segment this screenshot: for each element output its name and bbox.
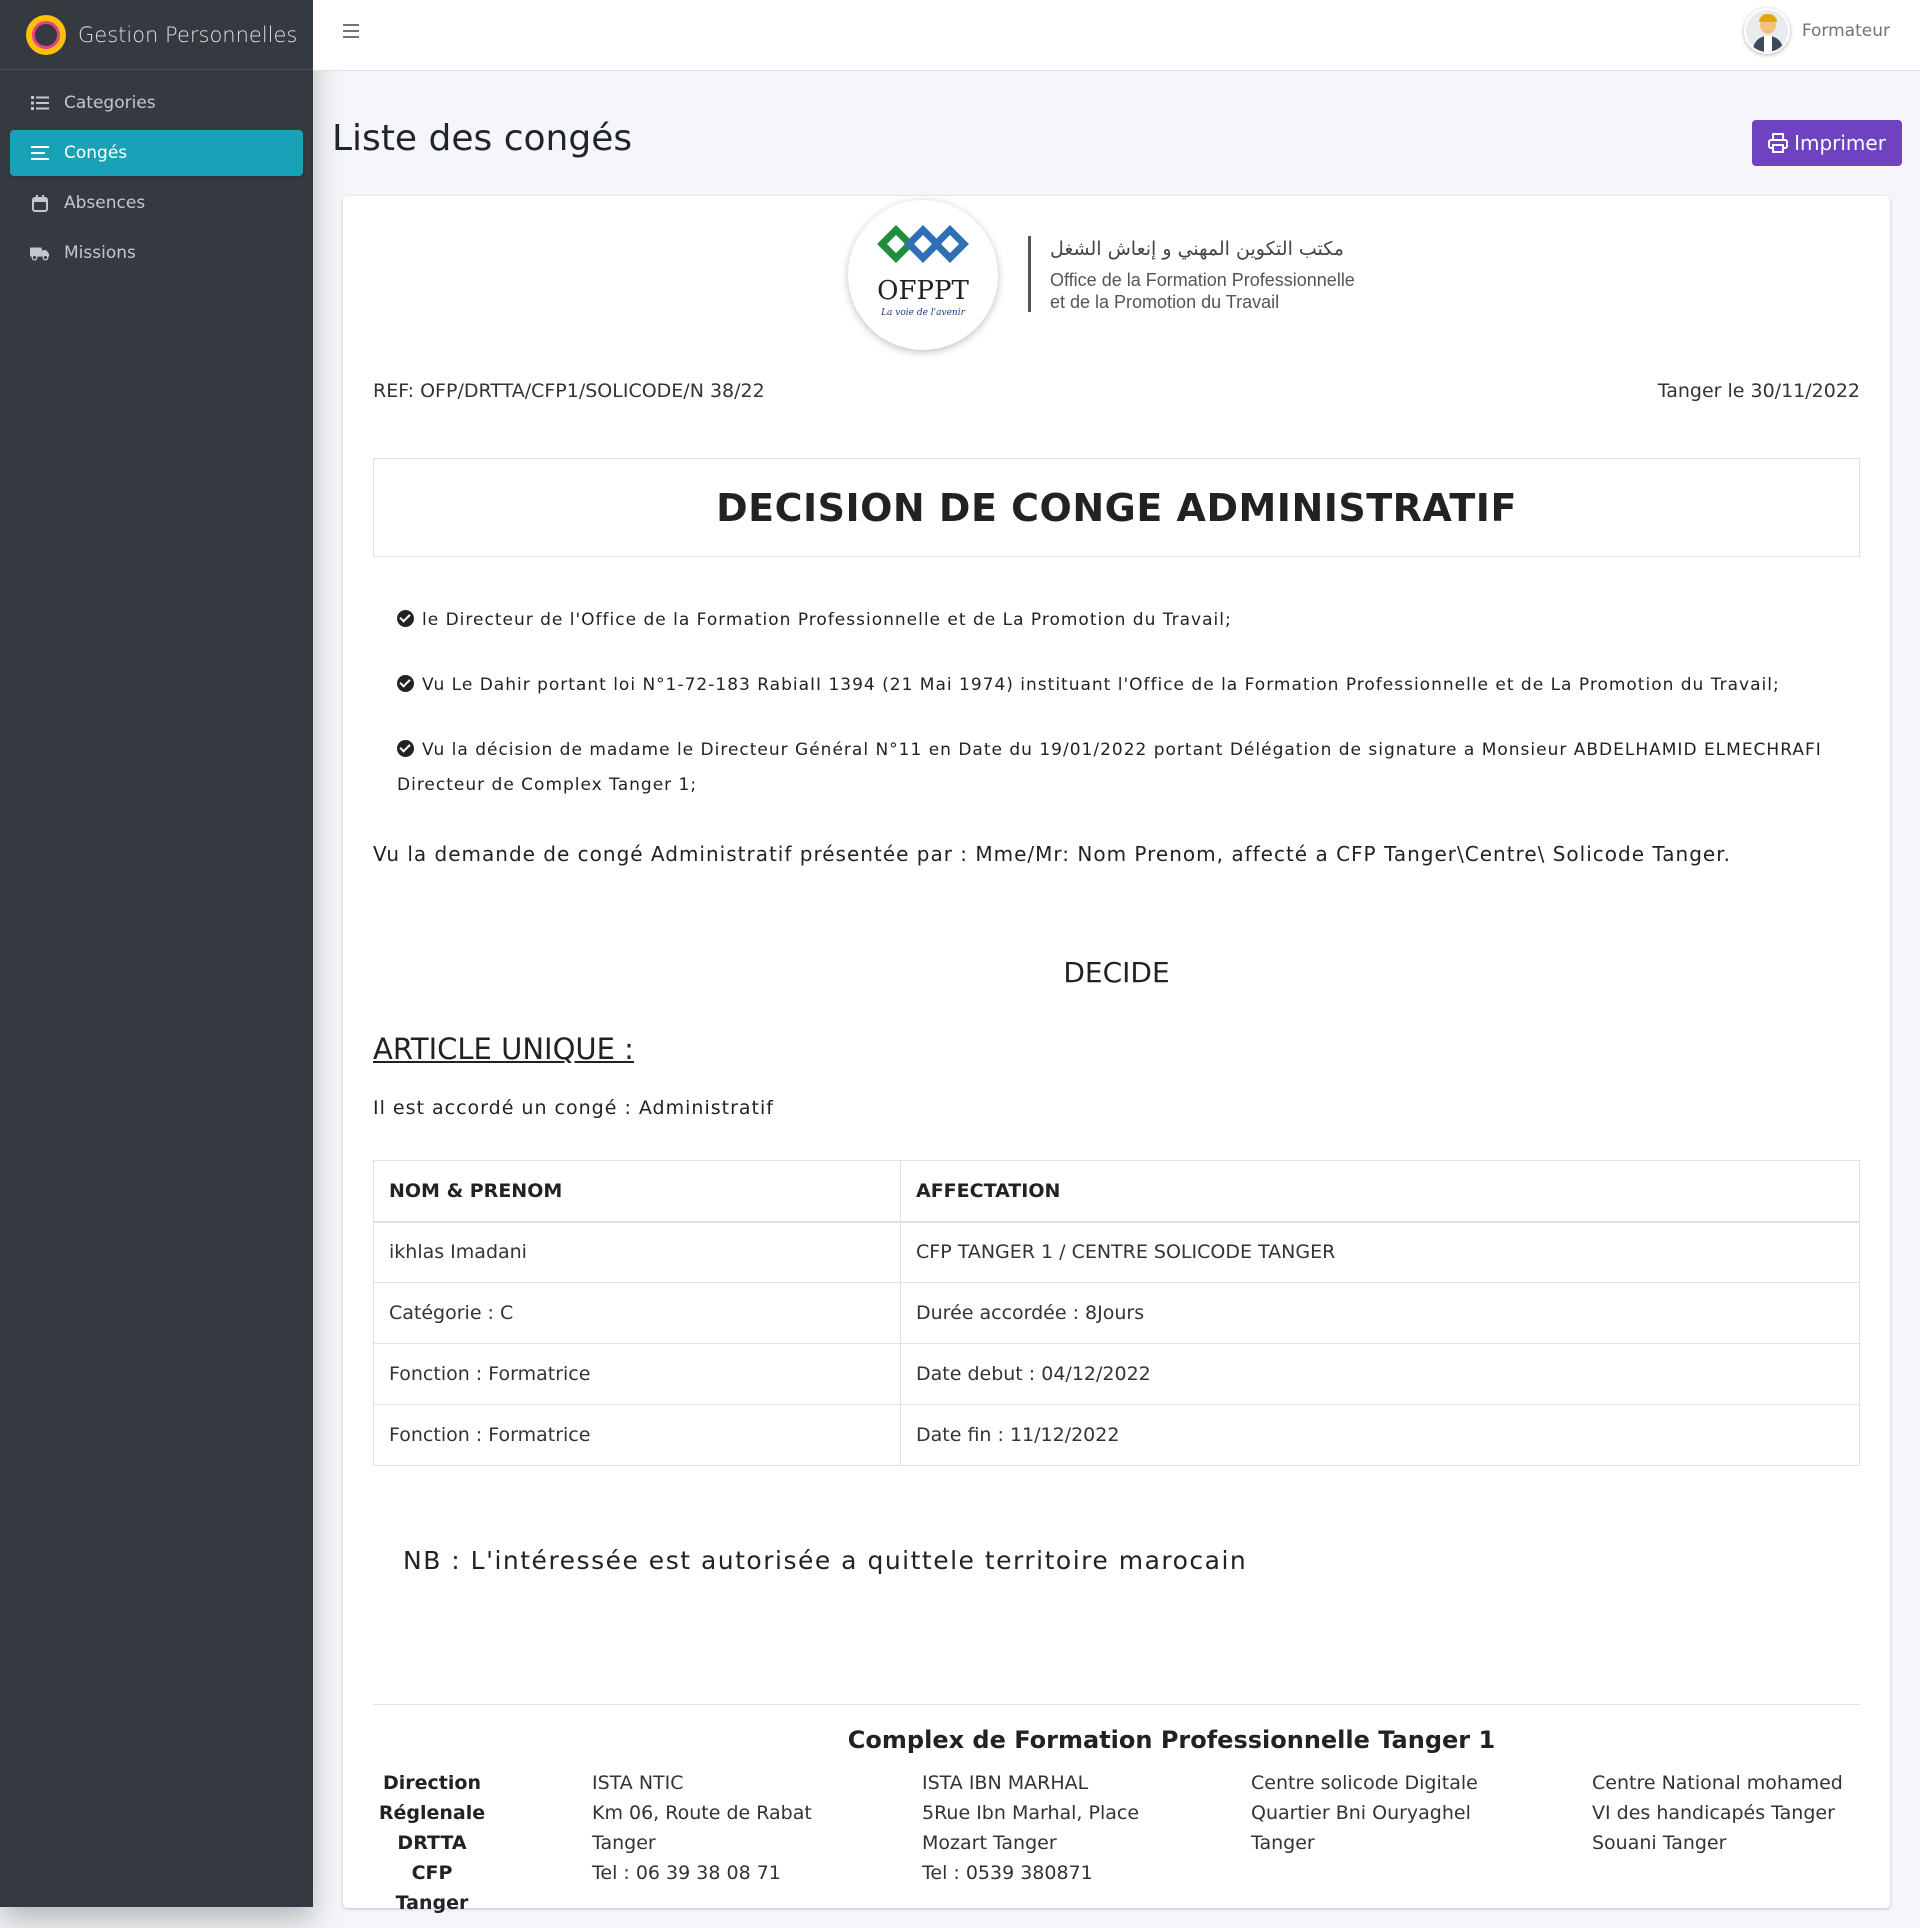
request-statement: Vu la demande de congé Administratif pré…	[373, 842, 1731, 866]
sidebar-item-missions[interactable]: Missions	[10, 230, 303, 276]
table-row: Fonction : Formatrice Date debut : 04/12…	[373, 1343, 1860, 1405]
sidebar: Gestion Personnelles Categories Congés A…	[0, 0, 313, 1907]
footer-address-ista-ibn-marhal: ISTA IBN MARHAL 5Rue Ibn Marhal, Place M…	[922, 1772, 1140, 1884]
reference: REF: OFP/DRTTA/CFP1/SOLICODE/N 38/22	[373, 380, 765, 402]
ofppt-logo-icon	[877, 225, 969, 263]
column-header-assignment: AFFECTATION	[900, 1160, 1860, 1223]
sidebar-item-absences[interactable]: Absences	[10, 180, 303, 226]
table-row: Fonction : Formatrice Date fin : 11/12/2…	[373, 1404, 1860, 1466]
letterhead-line-2: et de la Promotion du Travail	[1050, 292, 1280, 312]
footer-divider	[373, 1704, 1860, 1705]
brand-name: Gestion Personnelles	[78, 22, 298, 47]
footer-address-ista-ntic: ISTA NTIC Km 06, Route de Rabat Tanger T…	[592, 1772, 812, 1884]
table-cell: ikhlas Imadani	[373, 1221, 901, 1283]
decision-title-box: DECISION DE CONGE ADMINISTRATIF	[373, 458, 1860, 557]
user-menu[interactable]: Formateur	[1743, 8, 1890, 54]
menu-toggle-icon[interactable]	[343, 24, 359, 38]
letterhead-arabic: مكتب التكوين المهني و إنعاش الشغل	[1050, 238, 1344, 260]
article-heading: ARTICLE UNIQUE :	[373, 1032, 634, 1066]
bars-icon	[30, 144, 50, 162]
list-item: Vu la décision de madame le Directeur Gé…	[397, 740, 1822, 795]
brand-logo-icon	[26, 14, 66, 55]
table-cell: Fonction : Formatrice	[373, 1343, 901, 1405]
list-item: le Directeur de l'Office de la Formation…	[397, 603, 1837, 638]
ofppt-logo: OFPPT La voie de l'avenir	[848, 200, 998, 350]
column-header-name: NOM & PRENOM	[373, 1160, 901, 1223]
footer-direction: Direction Réglenale DRTTA CFP Tanger	[378, 1772, 486, 1914]
decision-title: DECISION DE CONGE ADMINISTRATIF	[716, 485, 1517, 530]
sidebar-item-label: Absences	[64, 193, 146, 213]
leave-type-statement: Il est accordé un congé : Administratif	[373, 1097, 774, 1119]
footer-title: Complex de Formation Professionnelle Tan…	[847, 1726, 1496, 1754]
table-row: ikhlas Imadani CFP TANGER 1 / CENTRE SOL…	[373, 1221, 1860, 1283]
table-cell: Date fin : 11/12/2022	[900, 1404, 1860, 1466]
document-date: Tanger le 30/11/2022	[1657, 380, 1860, 402]
decide-heading: DECIDE	[1063, 956, 1170, 989]
table-header-row: NOM & PRENOM AFFECTATION	[373, 1160, 1860, 1223]
list-item: Vu Le Dahir portant loi N°1-72-183 Rabia…	[397, 668, 1837, 703]
sidebar-item-conges[interactable]: Congés	[10, 130, 303, 176]
letterhead-divider	[1028, 236, 1031, 312]
page-title: Liste des congés	[332, 118, 633, 159]
considerations-list: le Directeur de l'Office de la Formation…	[397, 603, 1837, 833]
footer-address-solicode: Centre solicode Digitale Quartier Bni Ou…	[1251, 1772, 1478, 1854]
check-circle-icon	[397, 675, 414, 692]
check-circle-icon	[397, 740, 414, 757]
brand[interactable]: Gestion Personnelles	[0, 0, 313, 70]
check-circle-icon	[397, 610, 414, 627]
truck-icon	[30, 244, 50, 262]
printer-icon	[1768, 133, 1789, 153]
table-cell: Fonction : Formatrice	[373, 1404, 901, 1466]
logo-text: OFPPT	[877, 276, 969, 306]
table-cell: Date debut : 04/12/2022	[900, 1343, 1860, 1405]
sidebar-nav: Categories Congés Absences Missions	[0, 70, 313, 290]
decision-document: OFPPT La voie de l'avenir مكتب التكوين ا…	[343, 196, 1890, 1914]
user-name: Formateur	[1801, 21, 1890, 41]
avatar	[1743, 8, 1790, 54]
note: NB : L'intéressée est autorisée a quitte…	[403, 1546, 1248, 1575]
footer-address-centre-national: Centre National mohamed VI des handicapé…	[1592, 1772, 1843, 1854]
print-button-label: Imprimer	[1794, 131, 1886, 155]
table-cell: CFP TANGER 1 / CENTRE SOLICODE TANGER	[900, 1221, 1860, 1283]
table-cell: Catégorie : C	[373, 1282, 901, 1344]
sidebar-item-label: Missions	[64, 243, 136, 263]
print-button[interactable]: Imprimer	[1752, 120, 1902, 166]
table-cell: Durée accordée : 8Jours	[900, 1282, 1860, 1344]
table-row: Catégorie : C Durée accordée : 8Jours	[373, 1282, 1860, 1344]
leave-details-table: NOM & PRENOM AFFECTATION ikhlas Imadani …	[373, 1160, 1860, 1466]
letterhead-line-1: Office de la Formation Professionnelle	[1050, 270, 1355, 290]
sidebar-item-categories[interactable]: Categories	[10, 80, 303, 126]
logo-tagline: La voie de l'avenir	[881, 308, 965, 318]
sidebar-item-label: Categories	[64, 93, 156, 113]
letterhead: OFPPT La voie de l'avenir مكتب التكوين ا…	[848, 200, 1388, 350]
sidebar-item-label: Congés	[64, 143, 128, 163]
calendar-icon	[30, 194, 50, 212]
topbar: Formateur	[313, 0, 1920, 71]
list-icon	[30, 94, 50, 112]
